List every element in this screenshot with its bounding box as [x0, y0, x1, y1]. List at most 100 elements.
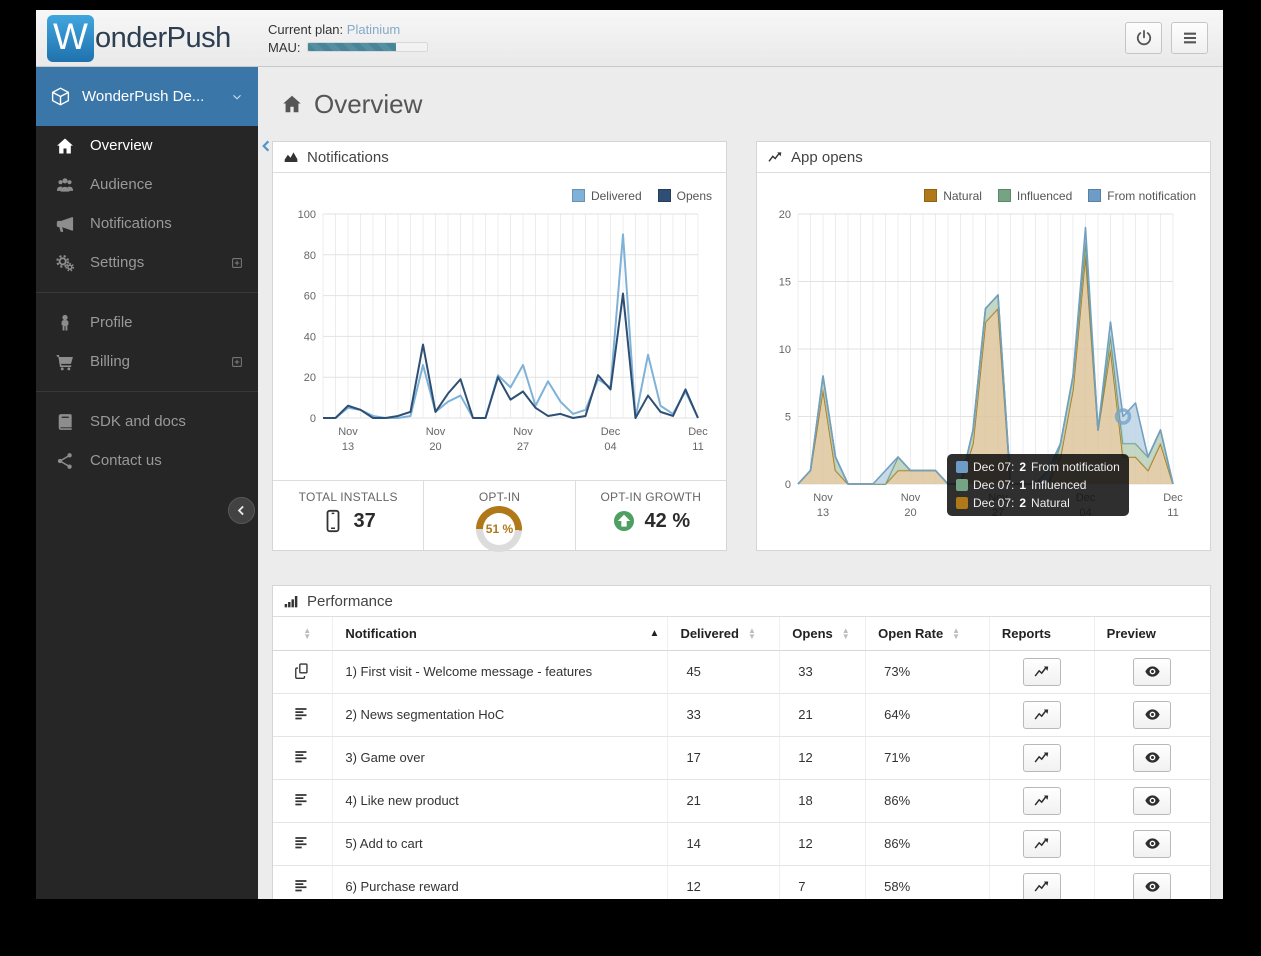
sort-icon: ▲ ▼	[952, 626, 961, 642]
sidebar-item-label: Billing	[90, 353, 131, 370]
main-content: Overview Notifications Delivered Opens 0…	[258, 67, 1223, 899]
sidebar-item-contact-us[interactable]: Contact us	[36, 441, 258, 480]
chevron-down-icon	[230, 90, 244, 104]
opens-value: 7	[779, 865, 866, 899]
column-header-open-rate[interactable]: Open Rate ▲ ▼	[865, 617, 990, 651]
chevron-left-icon	[235, 504, 248, 517]
svg-text:11: 11	[692, 441, 703, 453]
table-row: 3) Game over 17 12 71%	[273, 736, 1210, 780]
open-rate-value: 71%	[865, 736, 990, 780]
nav-section-help: SDK and docs Contact us	[36, 391, 258, 480]
arrow-circle-up-icon	[612, 509, 636, 533]
svg-text:10: 10	[779, 344, 791, 356]
plan-value-link[interactable]: Platinium	[347, 22, 400, 37]
reports-button[interactable]	[1022, 786, 1061, 815]
expand-icon[interactable]	[230, 355, 244, 369]
sidebar-item-settings[interactable]: Settings	[36, 243, 258, 282]
opens-value: 12	[779, 822, 866, 866]
svg-text:Nov: Nov	[426, 426, 446, 438]
svg-text:20: 20	[304, 372, 316, 384]
open-rate-value: 86%	[865, 779, 990, 823]
panel-title: Notifications	[307, 148, 389, 166]
svg-text:Nov: Nov	[513, 426, 533, 438]
text-lines-icon	[293, 748, 312, 767]
sidebar-item-billing[interactable]: Billing	[36, 342, 258, 381]
sidebar-item-overview[interactable]: Overview	[36, 126, 258, 165]
legend-item-natural[interactable]: Natural	[924, 187, 982, 204]
eye-icon	[1144, 835, 1161, 852]
sidebar-item-sdk-and-docs[interactable]: SDK and docs	[36, 402, 258, 441]
bar-chart-icon	[283, 593, 299, 609]
notification-name: 6) Purchase reward	[332, 865, 668, 899]
opens-value: 12	[779, 736, 866, 780]
brand-logo[interactable]: W onderPush	[36, 14, 258, 62]
panel-title: App opens	[791, 148, 863, 166]
reports-button[interactable]	[1022, 700, 1061, 729]
column-header-delivered[interactable]: Delivered ▲ ▼	[667, 617, 780, 651]
preview-button[interactable]	[1133, 786, 1172, 815]
sidebar-item-audience[interactable]: Audience	[36, 165, 258, 204]
preview-button[interactable]	[1133, 743, 1172, 772]
sidebar-item-profile[interactable]: Profile	[36, 303, 258, 342]
preview-button[interactable]	[1133, 700, 1172, 729]
expand-icon[interactable]	[230, 256, 244, 270]
notifications-chart: 0 20 40 60 80 100 Nov 13 Nov 20 Nov 27 Dec 04 Dec 11	[298, 209, 709, 453]
reports-button[interactable]	[1022, 829, 1061, 858]
nav-section-account: Profile Billing	[36, 292, 258, 381]
svg-text:Dec: Dec	[688, 426, 708, 438]
menu-button[interactable]	[1171, 22, 1208, 54]
column-header-icon[interactable]: ▲ ▼	[273, 617, 333, 651]
topbar: W onderPush Current plan: Platinium MAU:	[36, 10, 1223, 67]
page-title: Overview	[314, 88, 423, 119]
reports-button[interactable]	[1022, 743, 1061, 772]
svg-text:Nov: Nov	[338, 426, 358, 438]
logout-button[interactable]	[1125, 22, 1162, 54]
legend-swatch	[571, 189, 585, 202]
column-header-notification[interactable]: Notification ▲	[332, 617, 668, 651]
svg-text:5: 5	[785, 412, 791, 424]
active-item-indicator	[259, 138, 274, 153]
eye-icon	[1144, 792, 1161, 809]
column-header-opens[interactable]: Opens ▲ ▼	[779, 617, 866, 651]
svg-text:80: 80	[304, 250, 316, 262]
svg-text:Nov: Nov	[901, 492, 921, 504]
table-row: 6) Purchase reward 12 7 58%	[273, 865, 1210, 899]
legend-swatch	[657, 189, 671, 202]
svg-text:100: 100	[298, 209, 316, 221]
legend-item-opens[interactable]: Opens	[657, 187, 712, 204]
reports-button[interactable]	[1022, 872, 1061, 899]
table-row: 4) Like new product 21 18 86%	[273, 779, 1210, 823]
app-selector-label: WonderPush De...	[82, 88, 205, 105]
delivered-value: 12	[667, 865, 780, 899]
preview-button[interactable]	[1133, 829, 1172, 858]
cube-icon	[50, 86, 71, 107]
tooltip-swatch	[956, 461, 968, 473]
chart-tooltip: Dec 07: 2 From notification Dec 07: 1 In…	[947, 454, 1129, 516]
reports-button[interactable]	[1022, 657, 1061, 686]
users-icon	[55, 175, 75, 195]
legend-item-delivered[interactable]: Delivered	[571, 187, 642, 204]
preview-button[interactable]	[1133, 872, 1172, 899]
legend-item-from-notification[interactable]: From notification	[1088, 187, 1196, 204]
svg-text:40: 40	[304, 331, 316, 343]
brand-name: onderPush	[95, 21, 231, 54]
eye-icon	[1144, 706, 1161, 723]
gears-icon	[55, 253, 75, 273]
home-icon	[55, 136, 75, 156]
legend-item-influenced[interactable]: Influenced	[997, 187, 1072, 204]
notification-name: 5) Add to cart	[332, 822, 668, 866]
svg-text:Dec: Dec	[601, 426, 621, 438]
sidebar-item-notifications[interactable]: Notifications	[36, 204, 258, 243]
eye-icon	[1144, 749, 1161, 766]
opens-value: 18	[779, 779, 866, 823]
table-row: 2) News segmentation HoC 33 21 64%	[273, 693, 1210, 737]
app-opens-panel: App opens Natural Influenced From notifi…	[756, 141, 1211, 551]
mau-label: MAU:	[268, 39, 301, 55]
app-selector[interactable]: WonderPush De...	[36, 67, 258, 126]
sidebar-item-label: Audience	[90, 176, 153, 193]
nav-section-main: Overview Audience Notifications Settings	[36, 126, 258, 282]
preview-button[interactable]	[1133, 657, 1172, 686]
sidebar-collapse-button[interactable]	[228, 497, 255, 524]
column-header-preview: Preview	[1093, 617, 1210, 651]
eye-icon	[1144, 878, 1161, 895]
